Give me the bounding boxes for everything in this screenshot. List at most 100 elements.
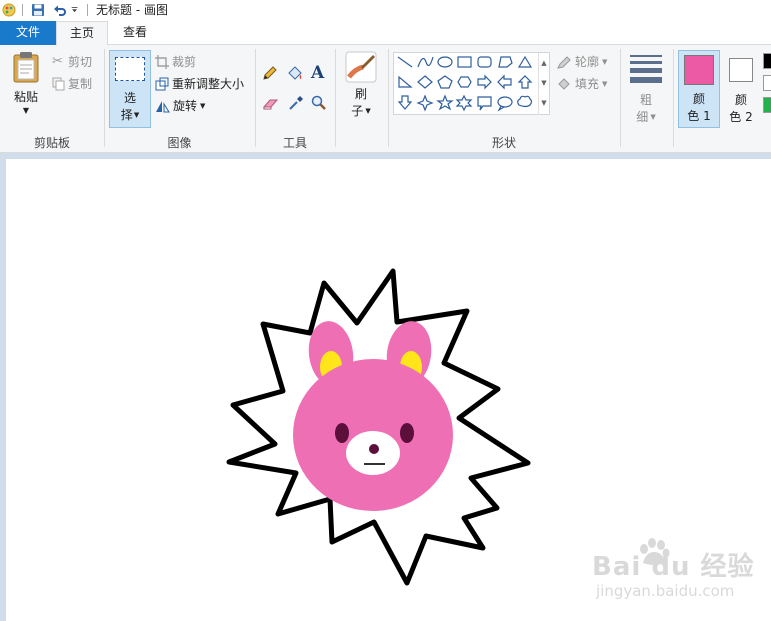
eraser-icon[interactable]	[262, 97, 280, 111]
palette-white-swatch[interactable]	[763, 75, 771, 91]
select-label-line1: 选	[123, 91, 136, 105]
polygon-shape-icon[interactable]	[498, 56, 513, 68]
color2-swatch	[729, 58, 753, 82]
group-separator	[620, 49, 621, 147]
quick-access-dropdown-icon[interactable]	[71, 3, 81, 17]
paste-icon	[13, 52, 39, 83]
resize-icon	[155, 77, 169, 90]
diamond-shape-icon[interactable]	[417, 75, 433, 89]
select-button[interactable]: 选 择 ▼	[109, 50, 151, 128]
rectangle-shape-icon[interactable]	[457, 56, 472, 68]
color2-label-line2: 色 2	[729, 110, 753, 124]
color1-swatch	[684, 55, 714, 85]
select-rectangle-icon	[115, 57, 145, 81]
rotate-dropdown-arrow: ▼	[200, 101, 206, 110]
resize-label: 重新调整大小	[172, 77, 245, 91]
size-label-line1: 粗	[639, 93, 652, 107]
outline-dropdown-arrow: ▼	[602, 57, 608, 66]
cloud-callout-shape-icon[interactable]	[517, 95, 533, 108]
right-arrow-shape-icon[interactable]	[477, 74, 492, 90]
undo-icon[interactable]	[53, 3, 67, 17]
tab-file[interactable]: 文件	[0, 21, 56, 45]
tab-home[interactable]: 主页	[56, 21, 108, 46]
window-title: 无标题 - 画图	[96, 3, 168, 17]
rounded-rectangle-shape-icon[interactable]	[477, 56, 492, 68]
paint-app-icon	[2, 3, 16, 16]
paste-label: 粘贴	[13, 90, 38, 104]
color1-label-line2: 色 1	[687, 109, 711, 123]
size-button[interactable]: 粗 细 ▼	[625, 51, 667, 126]
fill-label: 填充	[575, 77, 600, 91]
down-arrow-shape-icon[interactable]	[397, 95, 413, 110]
five-point-star-shape-icon[interactable]	[436, 94, 454, 111]
copy-icon	[52, 77, 65, 90]
brush-icon	[345, 51, 377, 83]
copy-button[interactable]: 复制	[52, 75, 92, 92]
brushes-label-line2: 子	[351, 104, 364, 118]
rounded-callout-shape-icon[interactable]	[477, 96, 492, 111]
title-separator-2	[87, 3, 88, 16]
paste-button[interactable]: 粘贴 ▼	[6, 51, 46, 116]
crop-label: 裁剪	[172, 55, 197, 69]
pentagon-shape-icon[interactable]	[437, 75, 453, 89]
title-separator	[22, 3, 23, 16]
size-label-line2: 细	[636, 110, 649, 124]
group-separator	[673, 49, 674, 147]
fill-button[interactable]: 填充 ▼	[556, 75, 607, 92]
gallery-down-icon[interactable]: ▼	[539, 73, 549, 93]
line-shape-icon[interactable]	[397, 56, 413, 68]
resize-button[interactable]: 重新调整大小	[155, 75, 244, 92]
color1-button[interactable]: 颜 色 1	[678, 50, 720, 128]
save-icon[interactable]	[31, 3, 45, 17]
hexagon-shape-icon[interactable]	[457, 76, 472, 88]
fill-bucket-icon[interactable]	[286, 65, 304, 81]
outline-icon	[557, 55, 571, 69]
image-group-label: 图像	[167, 136, 192, 150]
gallery-up-icon[interactable]: ▲	[539, 53, 549, 73]
pencil-icon[interactable]	[262, 65, 278, 81]
gallery-expand-icon[interactable]: ▼	[539, 93, 549, 113]
curve-shape-icon[interactable]	[417, 56, 434, 68]
cut-button[interactable]: ✂ 剪切	[52, 53, 92, 70]
group-separator	[255, 49, 256, 147]
brushes-label-line1: 刷	[354, 87, 367, 101]
shapes-gallery-scroll[interactable]: ▲ ▼ ▼	[538, 53, 549, 115]
size-dropdown-arrow: ▼	[650, 113, 656, 121]
crop-button[interactable]: 裁剪	[155, 53, 196, 70]
up-arrow-shape-icon[interactable]	[517, 75, 533, 89]
six-point-star-shape-icon[interactable]	[455, 94, 473, 112]
left-arrow-shape-icon[interactable]	[497, 74, 512, 90]
color1-label-line1: 颜	[692, 92, 705, 106]
brushes-button[interactable]: 刷 子 ▼	[340, 51, 382, 120]
scissors-icon: ✂	[52, 54, 63, 69]
copy-label: 复制	[68, 77, 93, 91]
four-point-star-shape-icon[interactable]	[416, 94, 434, 112]
triangle-shape-icon[interactable]	[517, 55, 533, 68]
ribbon-tab-row: 文件 主页 查看	[0, 19, 771, 46]
crop-icon	[155, 54, 169, 69]
oval-shape-icon[interactable]	[437, 56, 453, 68]
drawing-canvas[interactable]: Bai du 经验 jingyan.baidu.com	[6, 159, 771, 621]
text-tool-icon[interactable]: A	[311, 63, 324, 83]
color-picker-icon[interactable]	[288, 95, 304, 111]
oval-callout-shape-icon[interactable]	[497, 96, 513, 112]
color2-button[interactable]: 颜 色 2	[722, 50, 760, 126]
outline-button[interactable]: 轮廓 ▼	[556, 53, 607, 70]
palette-green-swatch[interactable]	[763, 97, 771, 113]
right-eye	[400, 423, 414, 443]
right-triangle-shape-icon[interactable]	[398, 75, 413, 88]
outline-label: 轮廓	[575, 55, 600, 69]
shapes-gallery: ▲ ▼ ▼	[393, 52, 550, 115]
tab-view[interactable]: 查看	[110, 21, 160, 45]
group-separator	[335, 49, 336, 147]
watermark-url: jingyan.baidu.com	[596, 582, 735, 600]
rotate-button[interactable]: 旋转 ▼	[155, 97, 205, 114]
clipboard-group-label: 剪贴板	[33, 136, 70, 150]
group-separator	[388, 49, 389, 147]
title-bar: 无标题 - 画图	[0, 0, 771, 19]
magnifier-icon[interactable]	[311, 95, 327, 111]
watermark-brand: Bai du 经验	[592, 552, 755, 582]
color2-label-line1: 颜	[734, 93, 747, 107]
canvas-workspace: Bai du 经验 jingyan.baidu.com	[0, 153, 771, 621]
palette-black-swatch[interactable]	[763, 53, 771, 69]
